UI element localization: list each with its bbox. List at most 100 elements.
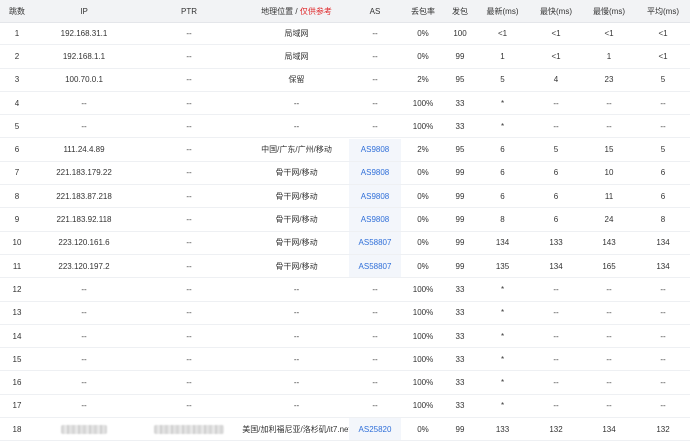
cell-geo: --	[293, 98, 300, 108]
cell-ptr: --	[186, 308, 192, 318]
cell-geo: --	[293, 331, 300, 341]
cell-avg: --	[660, 401, 666, 411]
cell-hop: 17	[12, 401, 22, 411]
cell-loss: 2%	[417, 75, 429, 85]
cell-geo: 局域网	[284, 28, 309, 38]
cell-avg: 8	[660, 215, 666, 225]
cell-loss: 100%	[412, 308, 434, 318]
header-last[interactable]: 最新(ms)	[475, 0, 530, 22]
cell-last: 6	[500, 145, 505, 155]
table-row: 4 -- -- -- -- 100% 33 * -- -- --	[0, 92, 690, 116]
cell-hop: 11	[12, 261, 22, 271]
cell-hop: 16	[12, 378, 22, 388]
cell-geo: 骨干网/移动	[275, 238, 318, 248]
cell-worst: 11	[604, 191, 614, 201]
header-geo[interactable]: 地理位置 / 仅供参考	[244, 0, 349, 22]
as-link[interactable]: AS9808	[361, 168, 389, 177]
header-worst[interactable]: 最慢(ms)	[582, 0, 636, 22]
as-link[interactable]: AS58807	[359, 262, 392, 271]
header-ip[interactable]: IP	[34, 0, 134, 22]
cell-last: 135	[495, 261, 510, 271]
cell-best: --	[553, 354, 559, 364]
cell-ip: --	[81, 284, 87, 294]
cell-worst: --	[606, 354, 612, 364]
header-loss[interactable]: 丢包率	[401, 0, 445, 22]
cell-geo: 骨干网/移动	[275, 215, 318, 225]
cell-as: AS58807	[349, 231, 401, 254]
cell-ptr: --	[186, 238, 192, 248]
header-hop[interactable]: 跳数	[0, 0, 34, 22]
cell-best: 133	[549, 238, 563, 248]
table-row: 15 -- -- -- -- 100% 33 * -- -- --	[0, 348, 690, 372]
cell-avg: 6	[660, 191, 666, 201]
cell-worst: 1	[606, 51, 612, 61]
cell-last: *	[500, 378, 505, 388]
cell-avg: 5	[660, 75, 666, 85]
cell-ptr: --	[186, 191, 192, 201]
cell-last: 6	[500, 168, 505, 178]
cell-hop: 13	[12, 308, 22, 318]
cell-ptr	[134, 418, 244, 440]
as-link[interactable]: AS25820	[359, 425, 392, 434]
cell-ptr: --	[186, 98, 192, 108]
cell-ip: --	[81, 401, 87, 411]
table-row: 9 221.183.92.118 -- 骨干网/移动 AS9808 0% 99 8 6 24 8	[0, 208, 690, 232]
cell-as: --	[372, 75, 378, 85]
cell-best: --	[553, 121, 559, 131]
cell-as: --	[372, 121, 378, 131]
as-link[interactable]: AS9808	[361, 192, 389, 201]
table-row: 1 192.168.31.1 -- 局域网 -- 0% 100 <1 <1 <1 <1	[0, 22, 690, 46]
header-avg[interactable]: 平均(ms)	[636, 0, 690, 22]
header-best[interactable]: 最快(ms)	[530, 0, 582, 22]
cell-sent: 33	[455, 331, 465, 341]
cell-last: 6	[500, 191, 505, 201]
cell-as: --	[372, 308, 378, 318]
cell-last: *	[500, 121, 505, 131]
cell-ip: --	[81, 354, 87, 364]
table-row: 11 223.120.197.2 -- 骨干网/移动 AS58807 0% 99 135 134…	[0, 255, 690, 279]
cell-geo: --	[293, 284, 300, 294]
cell-avg: --	[660, 98, 666, 108]
cell-sent: 33	[455, 308, 465, 318]
cell-last: 134	[495, 238, 510, 248]
cell-sent: 33	[455, 98, 465, 108]
cell-sent: 33	[455, 121, 465, 131]
cell-ptr: --	[186, 331, 192, 341]
cell-loss: 100%	[412, 331, 434, 341]
cell-best: --	[553, 331, 559, 341]
cell-hop: 7	[14, 168, 20, 178]
header-sent[interactable]: 发包	[445, 0, 475, 22]
cell-ptr: --	[186, 354, 192, 364]
cell-geo: 局域网	[284, 51, 309, 61]
cell-sent: 100	[453, 28, 467, 38]
cell-avg: --	[660, 354, 666, 364]
cell-best: --	[553, 284, 559, 294]
cell-ip	[34, 418, 134, 440]
as-link[interactable]: AS9808	[361, 145, 389, 154]
table-row: 3 100.70.0.1 -- 保留 -- 2% 95 5 4 23 5	[0, 69, 690, 92]
cell-sent: 33	[455, 401, 465, 411]
as-link[interactable]: AS9808	[361, 215, 389, 224]
cell-hop: 2	[14, 51, 20, 61]
cell-loss: 0%	[417, 261, 429, 271]
cell-hop: 9	[14, 215, 20, 225]
as-link[interactable]: AS58807	[359, 238, 392, 247]
cell-best: --	[553, 308, 559, 318]
cell-sent: 95	[455, 145, 465, 155]
cell-geo: 中国/广东/广州/移动	[261, 145, 332, 155]
cell-hop: 4	[14, 98, 20, 108]
cell-worst: 10	[604, 168, 614, 178]
header-ptr[interactable]: PTR	[134, 0, 244, 22]
cell-ip: 223.120.161.6	[58, 238, 110, 248]
cell-loss: 0%	[417, 191, 429, 201]
cell-hop: 5	[14, 121, 20, 131]
cell-hop: 6	[14, 145, 20, 155]
table-header: 跳数 IP PTR 地理位置 / 仅供参考 AS 丢包率 发包 最新(ms) 最…	[0, 0, 690, 23]
cell-ip: 192.168.31.1	[60, 28, 108, 38]
header-as[interactable]: AS	[349, 0, 401, 22]
cell-worst: --	[606, 121, 612, 131]
cell-avg: <1	[658, 51, 668, 61]
cell-as: --	[372, 354, 378, 364]
redacted-ptr	[154, 424, 224, 434]
cell-last: 1	[500, 51, 505, 61]
